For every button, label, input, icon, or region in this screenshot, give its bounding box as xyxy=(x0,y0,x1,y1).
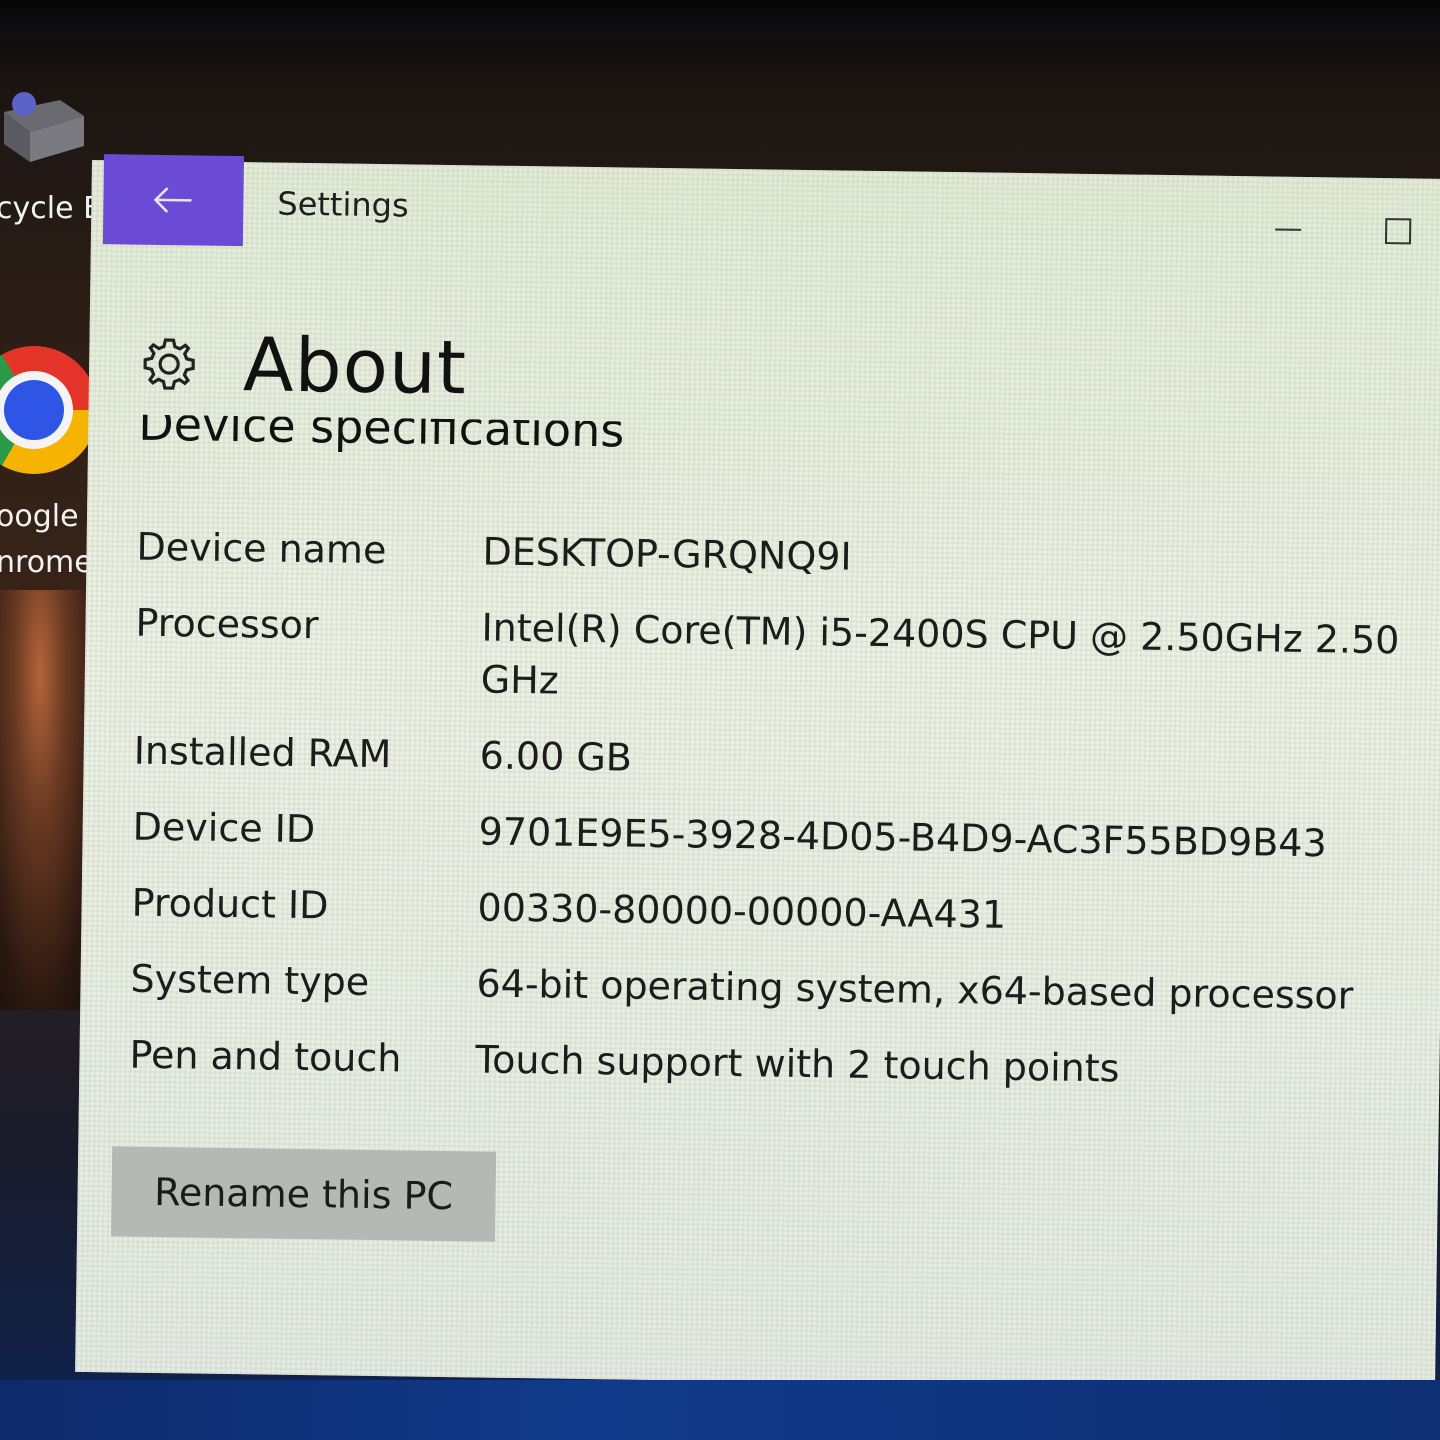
section-title: Device specifications xyxy=(137,414,625,458)
chrome-icon[interactable] xyxy=(0,346,98,474)
spec-value: Intel(R) Core(TM) i5-2400S CPU @ 2.50GHz… xyxy=(480,605,1400,703)
device-specs-list: Device name DESKTOP-GRQNQ9I Processor In… xyxy=(129,521,1427,1123)
page-title: About xyxy=(242,322,468,412)
recycle-bin-icon[interactable] xyxy=(0,82,86,166)
window-title: Settings xyxy=(277,184,409,225)
gear-icon xyxy=(143,338,195,390)
spec-label: Device ID xyxy=(132,804,316,852)
spec-row-processor: Processor Intel(R) Core(TM) i5-2400S CPU… xyxy=(134,597,1426,743)
minimize-button[interactable] xyxy=(1273,214,1303,244)
taskbar-edge xyxy=(0,1380,1440,1440)
title-bar: Settings xyxy=(91,154,1440,269)
chrome-label-line2[interactable]: nrome xyxy=(0,540,93,586)
monitor-bezel xyxy=(0,0,1440,40)
maximize-button[interactable] xyxy=(1384,218,1412,245)
spec-label: Product ID xyxy=(131,880,329,928)
section-title-clip: Device specifications xyxy=(138,415,838,465)
spec-label: Pen and touch xyxy=(129,1032,402,1081)
spec-label: Processor xyxy=(135,600,319,648)
window-controls xyxy=(1273,214,1412,246)
spec-label: Device name xyxy=(136,524,387,573)
spec-label: System type xyxy=(130,956,370,1004)
screen: cycle Bi oogle nrome Settings About Devi… xyxy=(0,0,1440,1440)
rename-pc-button[interactable]: Rename this PC xyxy=(110,1146,497,1242)
chrome-label-line1[interactable]: oogle xyxy=(0,494,79,540)
arrow-left-icon xyxy=(153,187,192,213)
spec-label: Installed RAM xyxy=(133,728,392,777)
spec-value: DESKTOP-GRQNQ9I xyxy=(482,529,852,579)
page-header: About xyxy=(139,321,468,412)
back-button[interactable] xyxy=(102,154,245,247)
settings-window: Settings About Device specifications Dev… xyxy=(75,154,1440,1391)
